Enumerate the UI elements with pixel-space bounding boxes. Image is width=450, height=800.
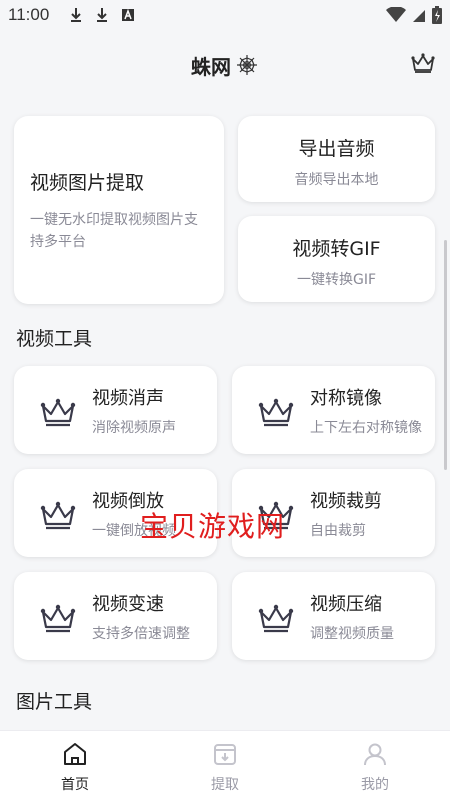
vip-crown-button[interactable] bbox=[410, 52, 436, 74]
card-subtitle: 一键无水印提取视频图片支持多平台 bbox=[30, 212, 198, 250]
crown-icon bbox=[40, 604, 76, 633]
video-to-gif-card[interactable]: 视频转GIF 一键转换GIF bbox=[238, 216, 435, 302]
tool-card-compress[interactable]: 视频压缩 调整视频质量 bbox=[232, 572, 435, 660]
crown-icon bbox=[40, 398, 76, 427]
tool-title: 视频消声 bbox=[92, 388, 164, 409]
tool-title: 视频裁剪 bbox=[310, 491, 382, 512]
nav-label: 提取 bbox=[211, 777, 239, 793]
user-icon bbox=[364, 743, 386, 766]
status-time: 11:00 bbox=[8, 5, 50, 24]
tool-title: 视频变速 bbox=[92, 594, 164, 615]
crown-icon bbox=[40, 501, 76, 530]
card-subtitle: 一键转换GIF bbox=[296, 272, 377, 288]
system-status-icons bbox=[386, 6, 442, 24]
download-notification-icon bbox=[97, 8, 108, 22]
watermark-text: 宝贝游戏网 bbox=[140, 510, 286, 543]
battery-icon bbox=[432, 6, 442, 24]
tool-card-speed[interactable]: 视频变速 支持多倍速调整 bbox=[14, 572, 217, 660]
tool-subtitle: 上下左右对称镜像 bbox=[310, 420, 422, 436]
nav-label: 首页 bbox=[61, 777, 89, 793]
notification-icons bbox=[69, 7, 135, 23]
nav-label: 我的 bbox=[361, 777, 389, 793]
tool-title: 视频压缩 bbox=[310, 594, 382, 615]
tool-subtitle: 支持多倍速调整 bbox=[92, 626, 190, 642]
tool-subtitle: 自由裁剪 bbox=[310, 523, 366, 539]
tool-card-mute[interactable]: 视频消声 消除视频原声 bbox=[14, 366, 217, 454]
app-notification-icon bbox=[122, 8, 135, 21]
status-bar: 11:00 bbox=[0, 0, 450, 30]
image-tools-heading: 图片工具 bbox=[16, 691, 93, 713]
bottom-nav: 首页 提取 我的 bbox=[0, 730, 450, 800]
signal-icon bbox=[413, 10, 425, 22]
tool-subtitle: 消除视频原声 bbox=[92, 420, 176, 436]
page-title: 蛛网 bbox=[191, 51, 259, 80]
app-title-text: 蛛网 bbox=[191, 54, 231, 79]
video-tools-heading: 视频工具 bbox=[16, 328, 93, 350]
card-subtitle: 音频导出本地 bbox=[294, 172, 379, 188]
home-icon bbox=[64, 743, 86, 765]
main-content[interactable]: 视频图片提取 一键无水印提取视频图片支持多平台 导出音频 音频导出本地 视频转G… bbox=[0, 100, 450, 730]
wifi-icon bbox=[386, 7, 406, 22]
tool-title: 对称镜像 bbox=[310, 388, 382, 409]
video-image-extract-card[interactable]: 视频图片提取 一键无水印提取视频图片支持多平台 bbox=[14, 116, 224, 304]
nav-item-extract[interactable]: 提取 bbox=[150, 731, 300, 800]
nav-item-home[interactable]: 首页 bbox=[0, 731, 150, 800]
scrollbar[interactable] bbox=[444, 240, 447, 470]
export-audio-card[interactable]: 导出音频 音频导出本地 bbox=[238, 116, 435, 202]
download-notification-icon bbox=[71, 8, 82, 22]
tool-subtitle: 调整视频质量 bbox=[310, 626, 394, 642]
crown-icon bbox=[258, 398, 294, 427]
card-title: 视频图片提取 bbox=[30, 172, 145, 194]
card-title: 导出音频 bbox=[298, 138, 375, 160]
card-title: 视频转GIF bbox=[292, 238, 381, 260]
crown-icon bbox=[258, 604, 294, 633]
spider-web-icon bbox=[237, 55, 257, 75]
app-header: 蛛网 bbox=[0, 30, 450, 100]
tool-card-mirror[interactable]: 对称镜像 上下左右对称镜像 bbox=[232, 366, 435, 454]
nav-item-profile[interactable]: 我的 bbox=[300, 731, 450, 800]
download-box-icon bbox=[214, 744, 236, 765]
